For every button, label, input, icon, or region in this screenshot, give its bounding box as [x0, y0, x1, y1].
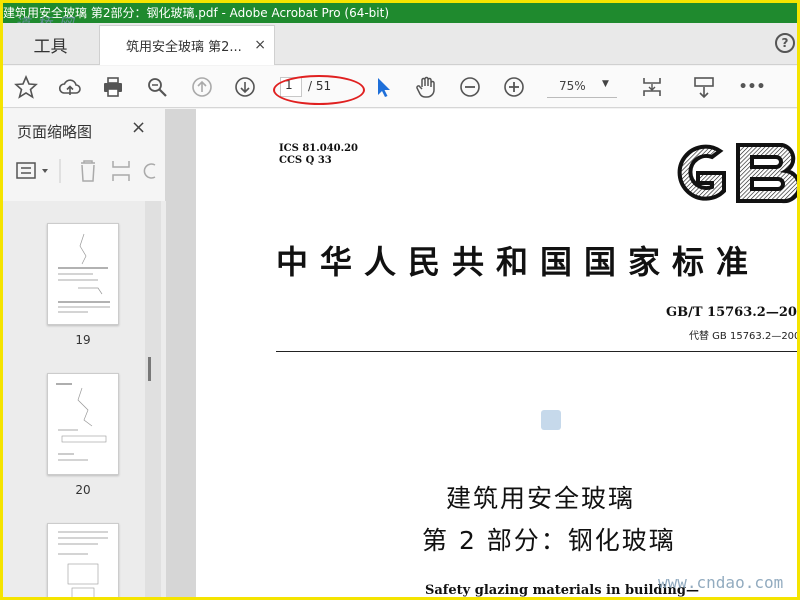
zoom-value: 75%: [559, 79, 586, 93]
ics-code: ICS 81.040.20 CCS Q 33: [279, 143, 359, 166]
tab-close-icon[interactable]: ×: [254, 37, 266, 53]
star-icon[interactable]: [13, 74, 39, 100]
extract-pages-icon[interactable]: [112, 161, 130, 181]
thumbnail-options-icon[interactable]: [16, 162, 48, 179]
help-icon[interactable]: ?: [775, 33, 795, 53]
page-thumbnail-21[interactable]: [47, 523, 119, 597]
panel-toolbar: [15, 157, 160, 185]
more-icon[interactable]: •••: [739, 74, 766, 100]
hand-icon[interactable]: [413, 74, 439, 100]
annotation-ellipse: [273, 75, 365, 105]
standard-number: GB/T 15763.2—2021: [666, 305, 797, 320]
tab-document[interactable]: 筑用安全玻璃 第2... ×: [99, 25, 275, 65]
thumbnail-label: 20: [75, 483, 91, 497]
pdf-page: ICS 81.040.20 CCS Q 33 中华人民共和国国家标准 GB/T …: [196, 109, 800, 597]
panel-scrollbar[interactable]: [145, 201, 161, 597]
app-window: 建筑用安全玻璃 第2部分：钢化玻璃.pdf - Adobe Acrobat Pr…: [0, 0, 800, 600]
tab-document-label: 筑用安全玻璃 第2...: [126, 40, 242, 55]
main-toolbar: 1 / 51 75% ▼ •••: [3, 66, 797, 108]
replaces-standard: 代替 GB 15763.2—2005: [689, 331, 800, 342]
page-down-icon[interactable]: [232, 74, 258, 100]
fit-page-icon[interactable]: [639, 74, 665, 100]
gb-logo: [658, 139, 797, 207]
zoom-out-icon[interactable]: [457, 74, 483, 100]
window-title: 建筑用安全玻璃 第2部分：钢化玻璃.pdf - Adobe Acrobat Pr…: [3, 3, 797, 23]
scroll-mode-icon[interactable]: [691, 74, 717, 100]
zoom-in-icon[interactable]: [501, 74, 527, 100]
page-thumbnail-19[interactable]: [47, 223, 119, 325]
panel-title: 页面缩略图: [17, 123, 93, 141]
thumbnails-panel: 页面缩略图 × 19 20: [3, 109, 166, 597]
chevron-down-icon: ▼: [602, 79, 609, 89]
thumbnail-label: 19: [75, 333, 91, 347]
select-arrow-icon[interactable]: [370, 74, 396, 100]
panel-close-icon[interactable]: ×: [131, 117, 146, 138]
trash-icon[interactable]: [81, 160, 95, 182]
stamp-icon: [541, 410, 561, 430]
document-view[interactable]: ICS 81.040.20 CCS Q 33 中华人民共和国国家标准 GB/T …: [166, 109, 800, 597]
document-title-line2: 第 2 部分：钢化玻璃: [422, 526, 676, 555]
divider: [276, 351, 797, 352]
page-thumbnail-20[interactable]: [47, 373, 119, 475]
cloud-upload-icon[interactable]: [57, 74, 83, 100]
page-up-icon[interactable]: [189, 74, 215, 100]
tab-bar: 工具 筑用安全玻璃 第2... × ?: [3, 23, 797, 65]
rotate-icon[interactable]: [143, 163, 156, 179]
search-zoom-icon[interactable]: [144, 74, 170, 100]
document-title-line1: 建筑用安全玻璃: [446, 484, 636, 513]
national-standard-title: 中华人民共和国国家标准: [276, 243, 761, 281]
tab-tools[interactable]: 工具: [3, 23, 98, 65]
site-watermark-bottom: www.cndao.com: [658, 573, 784, 592]
zoom-select[interactable]: 75% ▼: [547, 76, 617, 98]
panel-scroll-thumb[interactable]: [148, 357, 151, 381]
print-icon[interactable]: [100, 74, 126, 100]
